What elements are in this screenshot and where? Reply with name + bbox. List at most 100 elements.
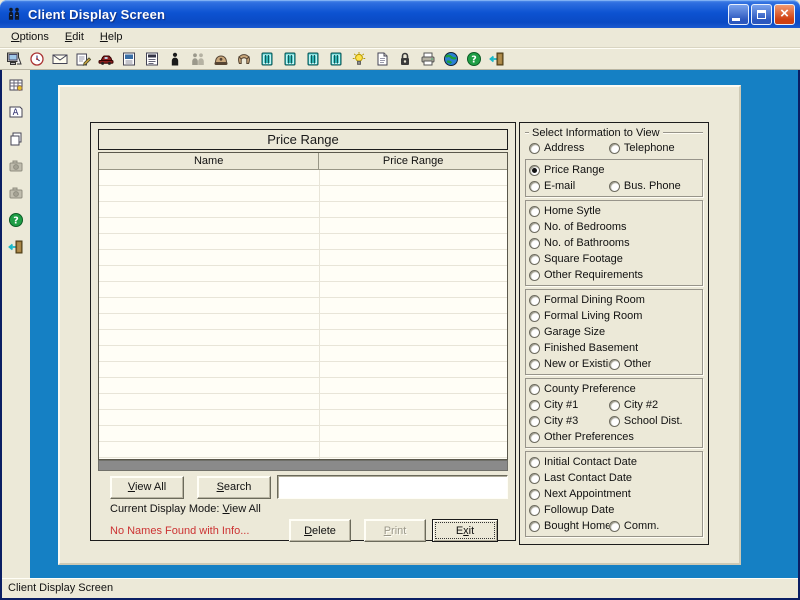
- table-row[interactable]: [99, 346, 507, 362]
- radio-garage-size[interactable]: [529, 327, 540, 338]
- table-row[interactable]: [99, 426, 507, 442]
- radio-label-no-of-bedrooms[interactable]: No. of Bedrooms: [544, 221, 627, 233]
- radio-next-appointment[interactable]: [529, 489, 540, 500]
- help-icon[interactable]: ?: [464, 50, 484, 69]
- spreadsheet-icon[interactable]: [6, 75, 26, 95]
- radio-label-city-1[interactable]: City #1: [544, 399, 578, 411]
- delete-button[interactable]: Delete: [289, 519, 351, 542]
- radio-price-range[interactable]: [529, 165, 540, 176]
- radio-city-3[interactable]: [529, 416, 540, 427]
- table-row[interactable]: [99, 170, 507, 186]
- radio-label-other-requirements[interactable]: Other Requirements: [544, 269, 643, 281]
- radio-no-of-bathrooms[interactable]: [529, 238, 540, 249]
- table-row[interactable]: [99, 250, 507, 266]
- radio-label-square-footage[interactable]: Square Footage: [544, 253, 623, 265]
- radio-label-last-contact-date[interactable]: Last Contact Date: [544, 472, 632, 484]
- radio-initial-contact-date[interactable]: [529, 457, 540, 468]
- radio-label-other[interactable]: Other: [624, 358, 652, 370]
- radio-address[interactable]: [529, 143, 540, 154]
- view-all-button[interactable]: View All: [110, 476, 184, 499]
- table-row[interactable]: [99, 378, 507, 394]
- camera-disabled-icon[interactable]: [6, 156, 26, 176]
- page-flip-icon[interactable]: [372, 50, 392, 69]
- maximize-button[interactable]: [751, 4, 772, 25]
- radio-label-city-2[interactable]: City #2: [624, 399, 658, 411]
- lock-icon[interactable]: [395, 50, 415, 69]
- radio-formal-dining-room[interactable]: [529, 295, 540, 306]
- cabinet-icon[interactable]: [303, 50, 323, 69]
- people-icon[interactable]: [188, 50, 208, 69]
- horizontal-scrollbar[interactable]: [98, 460, 508, 471]
- exit-icon[interactable]: [487, 50, 507, 69]
- table-row[interactable]: [99, 282, 507, 298]
- report-photo-icon[interactable]: [119, 50, 139, 69]
- cabinet-icon[interactable]: [326, 50, 346, 69]
- radio-label-other-preferences[interactable]: Other Preferences: [544, 431, 634, 443]
- clock-icon[interactable]: [27, 50, 47, 69]
- globe-icon[interactable]: [441, 50, 461, 69]
- radio-bus-phone[interactable]: [609, 181, 620, 192]
- table-row[interactable]: [99, 186, 507, 202]
- radio-label-formal-dining-room[interactable]: Formal Dining Room: [544, 294, 645, 306]
- lightbulb-icon[interactable]: [349, 50, 369, 69]
- radio-label-address[interactable]: Address: [544, 142, 584, 154]
- exit-icon[interactable]: [6, 237, 26, 257]
- menu-help[interactable]: Help: [92, 29, 131, 46]
- radio-last-contact-date[interactable]: [529, 473, 540, 484]
- radio-label-price-range[interactable]: Price Range: [544, 164, 605, 176]
- help-icon[interactable]: ?: [6, 210, 26, 230]
- radio-followup-date[interactable]: [529, 505, 540, 516]
- printer-icon[interactable]: [418, 50, 438, 69]
- radio-home-sytle[interactable]: [529, 206, 540, 217]
- table-row[interactable]: [99, 410, 507, 426]
- radio-other-preferences[interactable]: [529, 432, 540, 443]
- radio-county-preference[interactable]: [529, 384, 540, 395]
- phone-dial-icon[interactable]: [211, 50, 231, 69]
- minimize-button[interactable]: [728, 4, 749, 25]
- search-input[interactable]: [277, 475, 508, 499]
- camera-disabled-icon[interactable]: [6, 183, 26, 203]
- table-row[interactable]: [99, 394, 507, 410]
- cabinet-icon[interactable]: [280, 50, 300, 69]
- menu-edit[interactable]: Edit: [57, 29, 92, 46]
- radio-label-school-dist[interactable]: School Dist.: [624, 415, 683, 427]
- radio-no-of-bedrooms[interactable]: [529, 222, 540, 233]
- copy-icon[interactable]: [6, 129, 26, 149]
- table-row[interactable]: [99, 218, 507, 234]
- table-row[interactable]: [99, 202, 507, 218]
- radio-label-next-appointment[interactable]: Next Appointment: [544, 488, 631, 500]
- table-row[interactable]: [99, 362, 507, 378]
- radio-other-requirements[interactable]: [529, 270, 540, 281]
- radio-finished-basement[interactable]: [529, 343, 540, 354]
- radio-label-initial-contact-date[interactable]: Initial Contact Date: [544, 456, 637, 468]
- radio-label-bus-phone[interactable]: Bus. Phone: [624, 180, 681, 192]
- radio-formal-living-room[interactable]: [529, 311, 540, 322]
- radio-telephone[interactable]: [609, 143, 620, 154]
- table-row[interactable]: [99, 266, 507, 282]
- radio-label-new-or-existing[interactable]: New or Existing: [544, 358, 609, 370]
- radio-label-e-mail[interactable]: E-mail: [544, 180, 575, 192]
- table-row[interactable]: [99, 314, 507, 330]
- radio-label-telephone[interactable]: Telephone: [624, 142, 675, 154]
- radio-bought-home[interactable]: [529, 521, 540, 532]
- table-row[interactable]: [99, 330, 507, 346]
- table-row[interactable]: [99, 298, 507, 314]
- radio-label-city-3[interactable]: City #3: [544, 415, 578, 427]
- font-icon[interactable]: A: [6, 102, 26, 122]
- radio-label-formal-living-room[interactable]: Formal Living Room: [544, 310, 642, 322]
- cabinet-icon[interactable]: [257, 50, 277, 69]
- notes-icon[interactable]: [73, 50, 93, 69]
- exit-button[interactable]: Exit: [432, 519, 498, 542]
- radio-square-footage[interactable]: [529, 254, 540, 265]
- radio-label-comm[interactable]: Comm.: [624, 520, 659, 532]
- radio-label-finished-basement[interactable]: Finished Basement: [544, 342, 638, 354]
- radio-new-or-existing[interactable]: [529, 359, 540, 370]
- radio-comm[interactable]: [609, 521, 620, 532]
- table-row[interactable]: [99, 442, 507, 458]
- radio-city-1[interactable]: [529, 400, 540, 411]
- table-row[interactable]: [99, 234, 507, 250]
- computer-icon[interactable]: [4, 50, 24, 69]
- car-icon[interactable]: [96, 50, 116, 69]
- radio-label-no-of-bathrooms[interactable]: No. of Bathrooms: [544, 237, 630, 249]
- close-button[interactable]: ×: [774, 4, 795, 25]
